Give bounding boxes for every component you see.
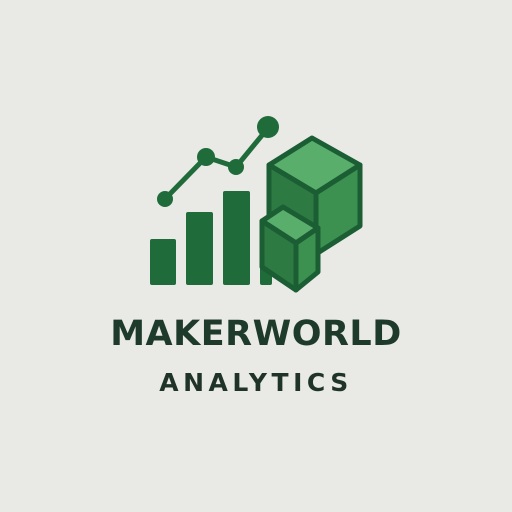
trend-point-4 <box>257 116 279 138</box>
brand-tagline: ANALYTICS <box>159 368 353 397</box>
trend-line-path <box>162 125 271 202</box>
trend-line <box>157 116 279 207</box>
bar-1 <box>150 239 176 285</box>
trend-point-1 <box>157 191 173 207</box>
trend-point-2 <box>197 148 215 166</box>
logo-icon <box>150 116 363 293</box>
trend-point-3 <box>228 159 244 175</box>
bar-2 <box>186 212 213 285</box>
bar-3 <box>223 191 250 285</box>
logo-canvas: MAKERWORLD ANALYTICS <box>0 0 512 512</box>
brand-name: MAKERWORLD <box>110 314 402 354</box>
